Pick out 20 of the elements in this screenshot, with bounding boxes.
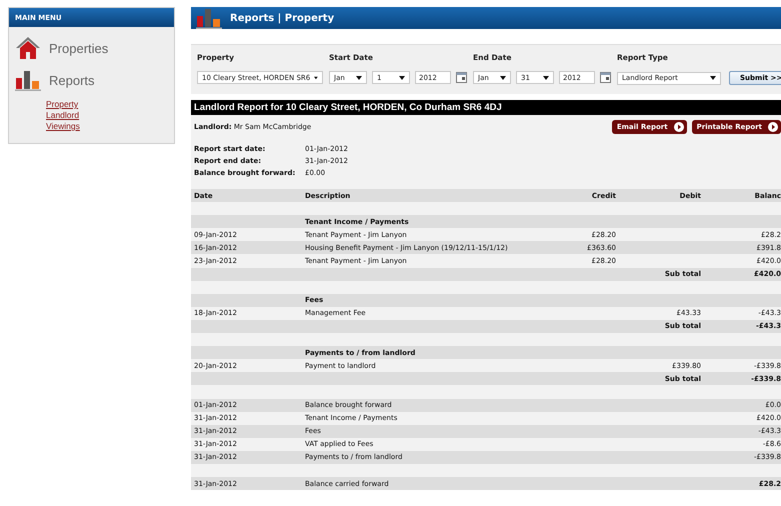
bar-chart-icon <box>15 69 41 91</box>
bar-chart-icon <box>196 7 222 29</box>
play-icon <box>768 122 778 132</box>
caret-icon <box>710 76 716 80</box>
page-title: Reports | Property <box>230 12 334 24</box>
house-icon <box>15 35 41 61</box>
play-icon <box>674 122 684 132</box>
menu-item[interactable]: Properties <box>49 40 108 56</box>
caret-icon <box>356 76 362 80</box>
caret-icon <box>500 76 506 80</box>
menu-link[interactable]: Landlord <box>46 110 80 120</box>
calendar-icon[interactable] <box>600 72 611 83</box>
caret-icon <box>543 76 549 80</box>
report-title: Landlord Report for 10 Cleary Street, HORDEN, Co Durham SR6 4DJ <box>191 100 781 115</box>
menu-link[interactable]: Property <box>46 99 78 109</box>
menu-link[interactable]: Viewings <box>46 121 80 131</box>
menu-item[interactable]: Reports <box>49 72 95 88</box>
calendar-icon[interactable] <box>456 72 467 83</box>
caret-icon <box>314 76 318 80</box>
caret-icon <box>399 76 405 80</box>
